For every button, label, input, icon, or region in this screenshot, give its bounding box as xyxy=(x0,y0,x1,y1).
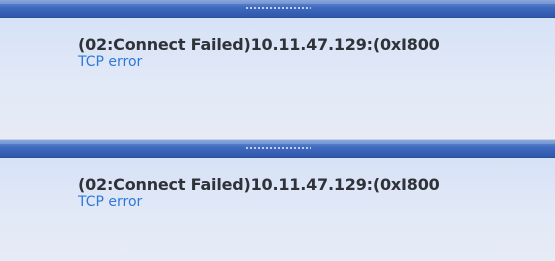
panel-title-bar[interactable] xyxy=(0,0,555,18)
error-title: (02:Connect Failed)10.11.47.129:(0xI800 xyxy=(78,35,440,54)
panel-content: (02:Connect Failed)10.11.47.129:(0xI800 … xyxy=(0,18,555,140)
notification-message[interactable]: (02:Connect Failed)10.11.47.129:(0xI800 … xyxy=(78,175,440,211)
notification-panel-1[interactable]: (02:Connect Failed)10.11.47.129:(0xI800 … xyxy=(0,0,555,140)
notification-panel-2[interactable]: (02:Connect Failed)10.11.47.129:(0xI800 … xyxy=(0,140,555,261)
grip-dots-icon[interactable] xyxy=(244,6,311,10)
panel-title-bar[interactable] xyxy=(0,140,555,158)
error-subtitle: TCP error xyxy=(78,54,143,70)
notification-message[interactable]: (02:Connect Failed)10.11.47.129:(0xI800 … xyxy=(78,35,440,71)
error-subtitle: TCP error xyxy=(78,194,143,210)
error-title: (02:Connect Failed)10.11.47.129:(0xI800 xyxy=(78,175,440,194)
panel-content: (02:Connect Failed)10.11.47.129:(0xI800 … xyxy=(0,158,555,261)
grip-dots-icon[interactable] xyxy=(244,146,311,150)
